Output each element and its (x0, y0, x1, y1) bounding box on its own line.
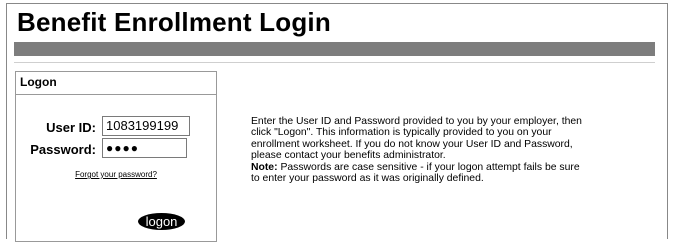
logon-panel: Logon User ID: 1083199199 Password: ●●●●… (15, 71, 217, 242)
title-divider (14, 62, 655, 63)
note-line: Note: Passwords are case sensitive - if … (251, 162, 666, 173)
instructions-line: enrollment worksheet. If you do not know… (251, 138, 573, 150)
user-id-input[interactable]: 1083199199 (102, 116, 190, 136)
title-bar (14, 42, 655, 56)
instructions-line: Enter the User ID and Password provided … (251, 116, 582, 127)
instructions-line: please contact your benefits administrat… (251, 150, 446, 162)
note-text: Passwords are case sensitive - if your l… (277, 161, 580, 173)
page-title: Benefit Enrollment Login (17, 7, 331, 37)
password-input[interactable]: ●●●● (102, 138, 187, 158)
logon-button[interactable]: logon (138, 213, 185, 230)
instructions-line: click "Logon". This information is typic… (251, 127, 552, 139)
password-label: Password: (30, 142, 96, 157)
note-label: Note: (251, 161, 278, 173)
forgot-password-link[interactable]: Forgot your password? (16, 170, 216, 179)
instructions-text: Enter the User ID and Password provided … (251, 116, 666, 184)
note-line-continued: to enter your password as it was origina… (251, 173, 484, 185)
logon-panel-header: Logon (16, 72, 216, 95)
user-id-label: User ID: (46, 120, 96, 135)
